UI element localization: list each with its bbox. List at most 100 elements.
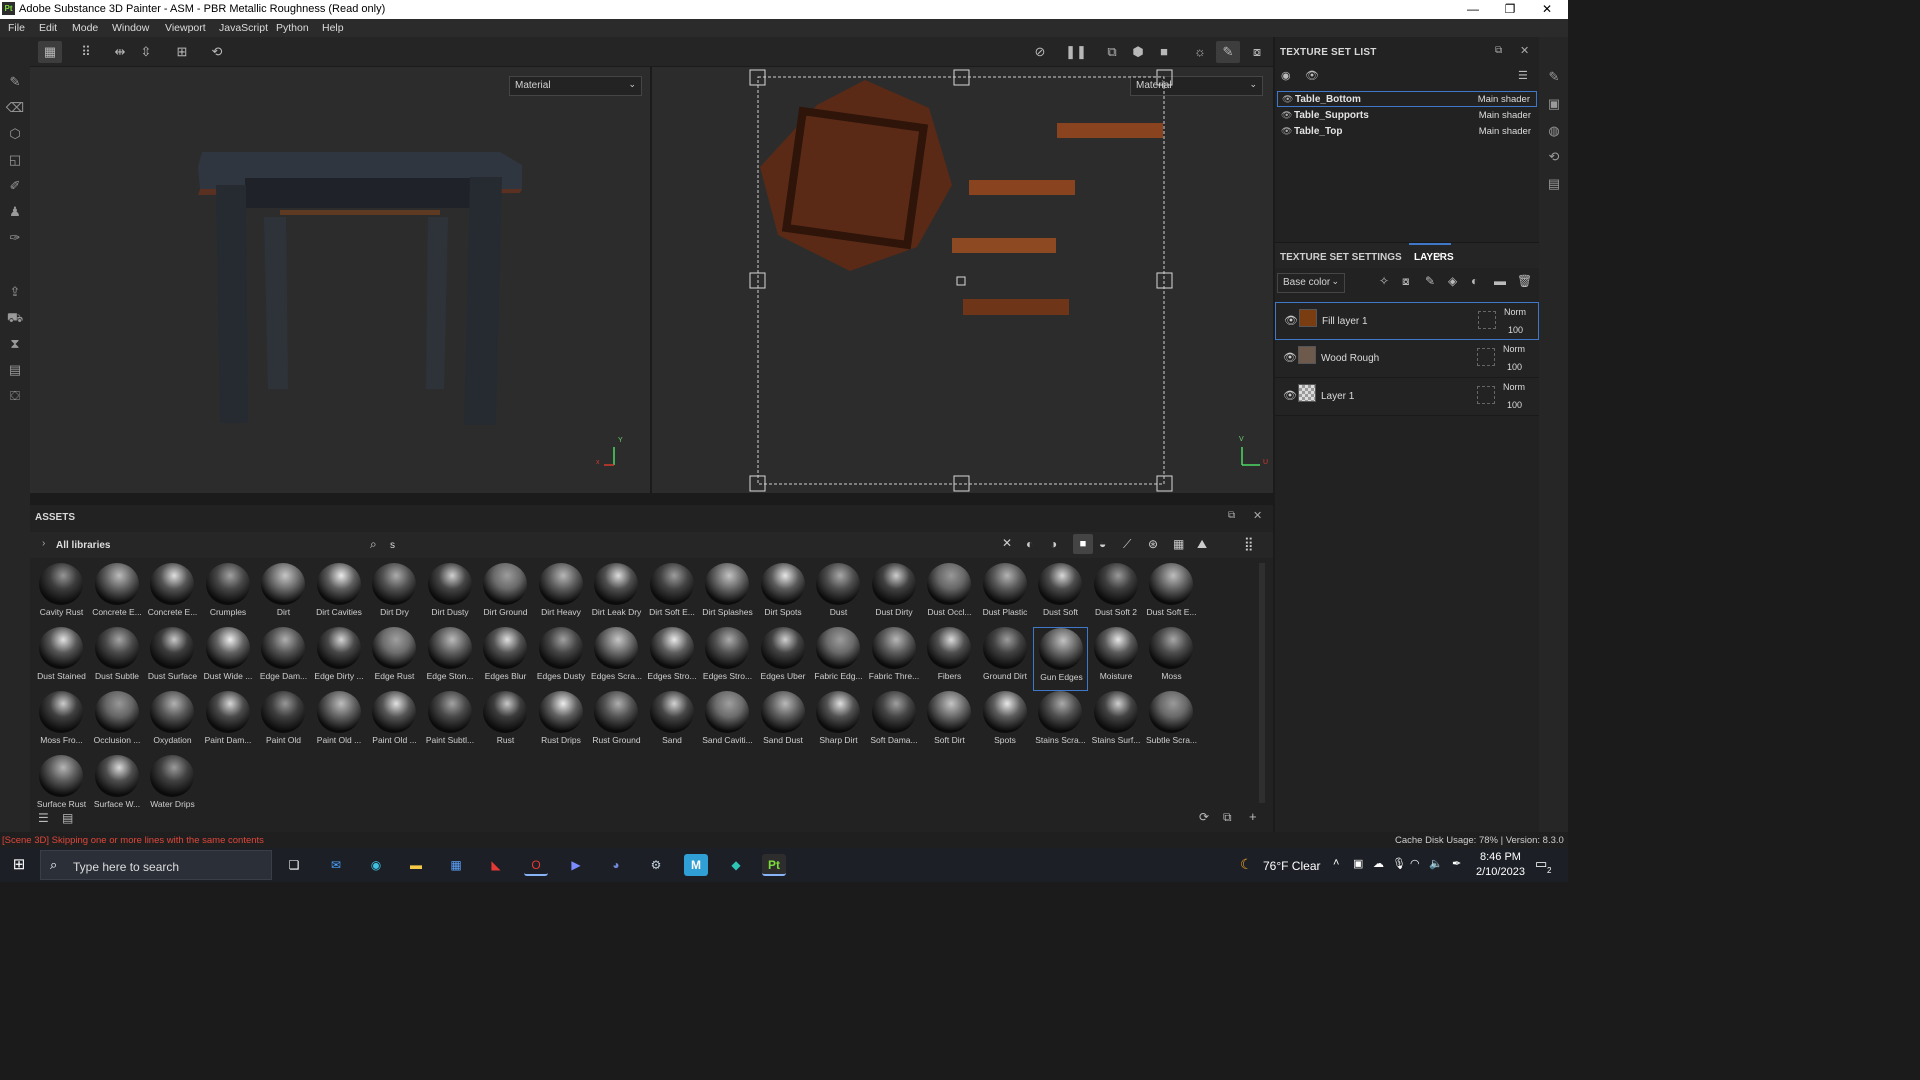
filter-grid-icon[interactable]: ▦	[1173, 537, 1184, 551]
asset-thumbnail[interactable]: Moss	[1144, 627, 1199, 691]
asset-thumbnail[interactable]: Dirt Dusty	[423, 563, 478, 627]
asset-thumbnail[interactable]: Fabric Edg...	[811, 627, 866, 691]
add-frame-icon[interactable]: ⊞	[170, 41, 194, 63]
shader-label[interactable]: Main shader	[1479, 110, 1531, 121]
menu-file[interactable]: File	[8, 22, 25, 34]
filter-brushes-icon[interactable]: ⟋	[1123, 537, 1131, 552]
export-icon[interactable]: ⇪	[5, 282, 25, 302]
blend-mode-select[interactable]: Norm	[1503, 344, 1525, 354]
grid-select-icon[interactable]: ▦	[38, 41, 62, 63]
asset-thumbnail[interactable]: Edge Dam...	[256, 627, 311, 691]
mirror-x-icon[interactable]: ⇹	[108, 41, 132, 63]
asset-thumbnail[interactable]: Rust Drips	[534, 691, 589, 755]
float-panel-icon[interactable]: ⧉	[1495, 45, 1502, 56]
asset-thumbnail[interactable]: Dirt Leak Dry	[589, 563, 644, 627]
asset-thumbnail[interactable]: Edges Stro...	[700, 627, 755, 691]
viewport-3d[interactable]: Material ⌄ Y x	[30, 67, 650, 493]
asset-thumbnail[interactable]: Sand Caviti...	[700, 691, 755, 755]
filter-textures-icon[interactable]: ⊛	[1148, 537, 1158, 551]
asset-thumbnail[interactable]: Edges Stro...	[645, 627, 700, 691]
asset-thumbnail[interactable]: Edges Blur	[478, 627, 533, 691]
asset-thumbnail[interactable]: Subtle Scra...	[1144, 691, 1199, 755]
store-icon[interactable]: ▦	[444, 854, 468, 876]
float-panel-icon[interactable]: ⧉	[1228, 510, 1235, 521]
asset-thumbnail[interactable]: Surface Rust	[34, 755, 89, 819]
add-folder-icon[interactable]: ▬	[1494, 274, 1506, 288]
screenshot-icon[interactable]: ⧇	[1245, 41, 1269, 63]
bake-icon[interactable]: ⛟	[5, 308, 25, 328]
substance-painter-icon[interactable]: Pt	[762, 854, 786, 876]
microphone-icon[interactable]: 🎙	[1392, 857, 1406, 870]
mirror-y-icon[interactable]: ⇳	[134, 41, 158, 63]
asset-thumbnail[interactable]: Dust Soft 2	[1089, 563, 1144, 627]
search-input[interactable]	[390, 536, 990, 554]
hourglass-icon[interactable]: ⧗	[5, 334, 25, 354]
add-paint-layer-icon[interactable]: ✎	[1425, 274, 1435, 288]
close-tab-icon[interactable]: ✕	[1435, 251, 1443, 262]
asset-thumbnail[interactable]: Dirt Dry	[367, 563, 422, 627]
camera-icon[interactable]: ■	[1152, 41, 1176, 63]
brush-mode-icon[interactable]: ✎	[1216, 41, 1240, 63]
asset-thumbnail[interactable]: Paint Old	[256, 691, 311, 755]
menu-javascript[interactable]: JavaScript	[219, 22, 268, 34]
asset-thumbnail[interactable]: Dust Dirty	[867, 563, 922, 627]
opacity-value[interactable]: 100	[1507, 362, 1522, 372]
asset-thumbnail[interactable]: Rust Ground	[589, 691, 644, 755]
discord-icon[interactable]: ◕	[604, 854, 628, 876]
blend-mode-select[interactable]: Norm	[1504, 307, 1526, 317]
asset-thumbnail[interactable]: Dust Plastic	[978, 563, 1033, 627]
asset-thumbnail[interactable]: Water Drips	[145, 755, 200, 819]
add-effect-icon[interactable]: ◐	[1471, 274, 1478, 288]
cube-view-icon[interactable]: ⬢	[1126, 41, 1150, 63]
list-menu-icon[interactable]: ☰	[1518, 69, 1528, 82]
maya-icon[interactable]: M	[684, 854, 708, 876]
document-icon[interactable]: ▤	[5, 360, 25, 380]
layer-mask-slot[interactable]	[1477, 386, 1495, 404]
texture-set-item[interactable]: 👁 Table_Bottom Main shader	[1277, 91, 1537, 107]
menu-help[interactable]: Help	[322, 22, 344, 34]
asset-thumbnail[interactable]: Concrete E...	[145, 563, 200, 627]
mail-icon[interactable]: ✉	[324, 854, 348, 876]
notification-icon[interactable]: ▭	[1535, 856, 1547, 872]
menu-python[interactable]: Python	[276, 22, 309, 34]
add-asset-icon[interactable]: +	[1249, 809, 1257, 824]
asset-thumbnail[interactable]: Spots	[978, 691, 1033, 755]
menu-mode[interactable]: Mode	[72, 22, 98, 34]
shader-label[interactable]: Main shader	[1478, 94, 1530, 105]
layer-row[interactable]: 👁 Wood Rough Norm 100	[1275, 340, 1539, 378]
asset-thumbnail[interactable]: Soft Dama...	[867, 691, 922, 755]
opacity-value[interactable]: 100	[1507, 400, 1522, 410]
asset-thumbnail[interactable]: Crumples	[201, 563, 256, 627]
layer-row[interactable]: 👁 Layer 1 Norm 100	[1275, 378, 1539, 416]
asset-thumbnail[interactable]: Edges Dusty	[534, 627, 589, 691]
display-settings-icon[interactable]: ◍	[1544, 121, 1564, 141]
eraser-icon[interactable]: ⌫	[5, 98, 25, 118]
polygon-fill-icon[interactable]: ◱	[5, 150, 25, 170]
projection-icon[interactable]: ⬡	[5, 124, 25, 144]
add-fill-layer-icon[interactable]: ◈	[1448, 274, 1457, 288]
asset-thumbnail[interactable]: Dust	[811, 563, 866, 627]
video-app-icon[interactable]: ▶	[564, 854, 588, 876]
layer-mask-slot[interactable]	[1477, 348, 1495, 366]
asset-thumbnail[interactable]: Dust Subtle	[90, 627, 145, 691]
properties-icon[interactable]: ✎	[1544, 67, 1564, 87]
filter-materials-icon[interactable]: ◐	[1026, 537, 1033, 551]
color-picker-icon[interactable]: ✑	[5, 228, 25, 248]
clock-date[interactable]: 2/10/2023	[1476, 866, 1525, 878]
asset-thumbnail[interactable]: Moisture	[1089, 627, 1144, 691]
hide-viewport-icon[interactable]: ⊘	[1028, 41, 1052, 63]
texture-set-item[interactable]: 👁 Table_Top Main shader	[1277, 124, 1537, 140]
blend-mode-select[interactable]: Norm	[1503, 382, 1525, 392]
close-panel-icon[interactable]: ✕	[1520, 44, 1529, 57]
paint-brush-icon[interactable]: ✎	[5, 72, 25, 92]
pause-icon[interactable]: ❚❚	[1064, 41, 1088, 63]
channel-dropdown[interactable]: Base color ⌄	[1277, 273, 1345, 293]
asset-thumbnail[interactable]: Dust Soft	[1033, 563, 1088, 627]
refresh-icon[interactable]: ⟳	[1199, 810, 1209, 824]
clock-time[interactable]: 8:46 PM	[1480, 851, 1521, 863]
asset-thumbnail[interactable]: Paint Old ...	[312, 691, 367, 755]
hide-all-icon[interactable]: ◉	[1281, 69, 1291, 82]
visibility-eye-icon[interactable]: 👁	[1281, 126, 1292, 137]
grid-tiles-icon[interactable]: ⠿	[74, 41, 98, 63]
layer-visibility-icon[interactable]: 👁	[1284, 314, 1298, 327]
